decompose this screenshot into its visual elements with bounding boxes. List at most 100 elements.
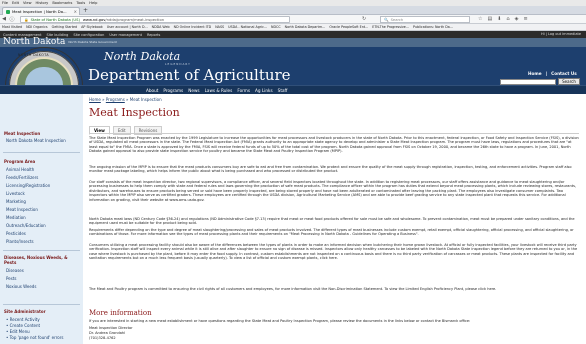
sidebar-item-outreach[interactable]: Outreach/Education <box>6 223 46 228</box>
sidebar-item-noxious-weeds[interactable]: Noxious Weeds <box>6 284 36 289</box>
bookmark[interactable]: User account | North D... <box>107 25 148 29</box>
bookmark[interactable]: NDDA Web <box>152 25 170 29</box>
site-search-button[interactable]: Search <box>558 78 580 85</box>
paragraph: The State Meat Inspection Program was en… <box>89 136 579 154</box>
home-icon[interactable]: ⌂ <box>506 16 509 22</box>
admin-item[interactable]: Site configuration <box>73 33 104 37</box>
lock-icon: 🔒 <box>24 17 29 22</box>
sidebar-item-recent[interactable]: • Recent Activity <box>6 317 40 322</box>
admin-item[interactable]: Site building <box>46 33 68 37</box>
sidebar-item-mediation[interactable]: Mediation <box>6 215 26 220</box>
back-icon[interactable]: ◀ <box>0 16 8 22</box>
nav-forms[interactable]: Forms <box>237 88 250 93</box>
sidebar-item[interactable]: North Dakota Meat Inspection <box>6 138 66 143</box>
reading-list-icon[interactable]: ▤ <box>487 16 492 22</box>
paragraph: Our staff consists of the meat inspectio… <box>89 180 577 202</box>
paragraph: North Dakota meat laws (ND Century Code … <box>89 217 575 226</box>
nav-aglinks[interactable]: Ag Links <box>255 88 273 93</box>
nav-about[interactable]: About <box>146 88 158 93</box>
pocket-icon[interactable]: ◈ <box>515 16 519 22</box>
bookmark[interactable]: NASS <box>215 25 224 29</box>
header-links: Home | Contact Us <box>528 71 577 76</box>
browser-tab-active[interactable]: Meat Inspection | North Da... × <box>2 7 80 15</box>
search-placeholder: Search <box>390 17 404 22</box>
breadcrumb: Home » Programs » Meat Inspection <box>89 97 162 102</box>
bookmark[interactable]: Publications: North Da... <box>413 25 453 29</box>
bookmark[interactable]: ND Online Incident ITD <box>174 25 212 29</box>
sidebar-item-licensing[interactable]: Licensing/Registration <box>6 183 50 188</box>
breadcrumb-home[interactable]: Home <box>89 97 101 102</box>
logo-department[interactable]: Department of Agriculture <box>88 66 291 84</box>
site-subtitle: North Dakota State Government <box>68 40 117 44</box>
menu-tools[interactable]: Tools <box>76 1 85 5</box>
bookmark[interactable]: USDA - National Agric... <box>228 25 267 29</box>
reload-icon[interactable]: ↻ <box>362 16 366 22</box>
admin-menu-bar: Content management Site building Site co… <box>0 31 586 38</box>
url-bar[interactable]: 🔒 State of North Dakota (US) www.nd.gov … <box>20 16 290 23</box>
site-title-bar: North Dakota North Dakota State Governmen… <box>0 38 586 47</box>
tab-close-icon[interactable]: × <box>74 9 77 14</box>
paragraph: The Meat and Poultry program is committe… <box>89 287 497 291</box>
sidebar-item-livestock[interactable]: Livestock <box>6 191 25 196</box>
sidebar-item-pests[interactable]: Pests <box>6 276 16 281</box>
bookmark[interactable]: NDI Organics <box>26 25 48 29</box>
url-host: www.nd.gov <box>82 17 106 22</box>
bookmark[interactable]: North Dakota Departm... <box>285 25 326 29</box>
main-nav: About Programs News Laws & Rules Forms A… <box>0 85 586 94</box>
search-icon: 🔍 <box>384 17 389 22</box>
favicon-icon <box>6 9 10 14</box>
sidebar-item-plants[interactable]: Plants/Insects <box>6 239 34 244</box>
url-path: /ndda/program/meat-inspection <box>105 17 165 22</box>
download-icon[interactable]: ⬇ <box>497 16 501 22</box>
site-title[interactable]: North Dakota <box>3 37 65 47</box>
nav-news[interactable]: News <box>188 88 199 93</box>
bookmark[interactable]: ETN-The Progressive... <box>372 25 409 29</box>
menu-file[interactable]: File <box>2 1 8 5</box>
admin-user-links[interactable]: Hi | Log out immediate <box>541 32 581 36</box>
sidebar-section-title: Diseases, Noxious Weeds, & Pests <box>4 255 68 265</box>
nav-laws[interactable]: Laws & Rules <box>205 88 233 93</box>
more-info-heading: More information <box>89 309 152 317</box>
bookmark[interactable]: Getting Started <box>52 25 78 29</box>
nav-staff[interactable]: Staff <box>278 88 288 93</box>
sidebar-section-title: Site Administrator <box>4 309 46 314</box>
menu-help[interactable]: Help <box>89 1 97 5</box>
menu-history[interactable]: History <box>36 1 49 5</box>
bookmark[interactable]: Oracle PeopleSoft Ent... <box>329 25 368 29</box>
bookmark[interactable]: NDCC <box>271 25 281 29</box>
sidebar-item-animal-health[interactable]: Animal Health <box>6 167 34 172</box>
menu-view[interactable]: View <box>23 1 32 5</box>
seal-text: NORTH DAKOTA <box>18 53 50 57</box>
new-tab-icon[interactable]: + <box>83 7 88 14</box>
menu-edit[interactable]: Edit <box>12 1 19 5</box>
browser-search-input[interactable]: 🔍 Search <box>380 16 470 23</box>
nav-programs[interactable]: Programs <box>163 88 183 93</box>
admin-item[interactable]: Content management <box>3 33 41 37</box>
breadcrumb-current: Meat Inspection <box>129 97 162 102</box>
admin-item[interactable]: User management <box>109 33 142 37</box>
paragraph: Consumers utilizing a meat processing fa… <box>89 243 578 261</box>
info-icon[interactable]: ⓘ <box>8 16 16 23</box>
contact-link[interactable]: Contact Us <box>551 71 577 76</box>
sidebar-item-create[interactable]: • Create Content <box>6 323 40 328</box>
star-icon[interactable]: ☆ <box>478 16 482 22</box>
sidebar-item-diseases[interactable]: Diseases <box>6 268 24 273</box>
url-prefix: State of North Dakota (US) <box>30 17 80 22</box>
toolbar-icons: ☆ ▤ ⬇ ⌂ ◈ ≡ <box>478 16 528 22</box>
tab-title: Meat Inspection | North Da... <box>12 9 67 14</box>
sidebar-item-meat-inspection[interactable]: Meat Inspection <box>6 207 38 212</box>
menu-bookmarks[interactable]: Bookmarks <box>52 1 72 5</box>
admin-item[interactable]: Reports <box>147 33 160 37</box>
menu-icon[interactable]: ≡ <box>523 16 527 22</box>
bookmark[interactable]: AP Stylebook <box>81 25 103 29</box>
breadcrumb-programs[interactable]: Programs <box>106 97 125 102</box>
sidebar-item-feeds[interactable]: Feeds/Fertilizers <box>6 175 38 180</box>
home-link[interactable]: Home <box>528 71 542 76</box>
sidebar-item-edit-menu[interactable]: • Edit Menu <box>6 329 30 334</box>
sidebar-item-marketing[interactable]: Marketing <box>6 199 26 204</box>
sidebar-item-errors[interactable]: • Top 'page not found' errors <box>6 335 63 340</box>
sidebar-section-title: Meat Inspection <box>4 131 41 136</box>
bookmarks-bar: Most Visited NDI Organics Getting Starte… <box>0 24 586 31</box>
sidebar-item-pesticides[interactable]: Pesticides <box>6 231 26 236</box>
bookmark[interactable]: Most Visited <box>2 25 22 29</box>
